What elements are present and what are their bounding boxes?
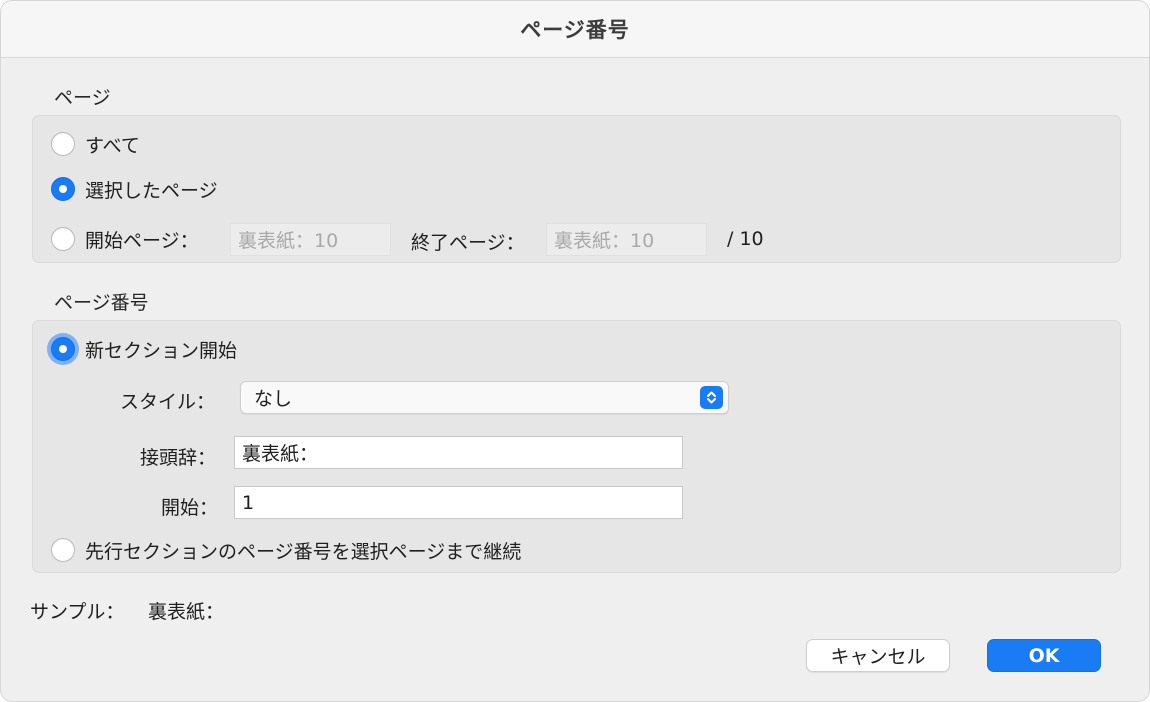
radio-continue-section-label: 先行セクションのページ番号を選択ページまで継続	[85, 540, 522, 563]
dialog-title: ページ番号	[520, 18, 630, 42]
sample-label: サンプル：	[30, 601, 125, 623]
radio-page-range[interactable]: 開始ページ：	[51, 225, 199, 253]
prefix-label: 接頭辞：	[140, 447, 217, 469]
total-pages-label: / 10	[727, 228, 764, 250]
radio-new-section-button[interactable]	[51, 337, 75, 361]
sample-value: 裏表紙：	[148, 601, 225, 623]
cancel-button[interactable]: キャンセル	[806, 639, 950, 672]
start-number-label: 開始：	[161, 497, 219, 519]
radio-selected-pages[interactable]: 選択したページ	[51, 175, 218, 203]
style-select[interactable]: なし	[240, 381, 729, 414]
radio-page-range-button[interactable]	[51, 227, 75, 251]
prefix-field[interactable]: 裏表紙：	[234, 436, 683, 469]
title-bar: ページ番号	[1, 1, 1149, 58]
ok-button[interactable]: OK	[987, 639, 1101, 672]
radio-all-pages-label: すべて	[85, 134, 140, 157]
radio-selected-pages-label: 選択したページ	[85, 179, 218, 202]
end-page-field[interactable]: 裏表紙：10	[546, 223, 707, 256]
radio-all-pages-button[interactable]	[51, 132, 75, 156]
radio-all-pages[interactable]: すべて	[51, 130, 140, 158]
page-number-dialog: ページ番号 ページ すべて 選択したページ 開始ページ： 裏表紙：10 終了ペー…	[0, 0, 1150, 702]
radio-page-range-label: 開始ページ：	[85, 229, 199, 252]
radio-selected-pages-button[interactable]	[51, 177, 75, 201]
style-select-value: なし	[254, 388, 293, 410]
radio-new-section[interactable]: 新セクション開始	[51, 335, 237, 363]
start-page-field[interactable]: 裏表紙：10	[230, 223, 391, 256]
page-section-label: ページ	[54, 87, 111, 109]
numbering-section-label: ページ番号	[54, 292, 149, 314]
start-number-field[interactable]: 1	[234, 486, 683, 519]
end-page-label: 終了ページ：	[411, 232, 525, 254]
chevron-up-down-icon	[700, 386, 723, 409]
style-label: スタイル：	[120, 391, 216, 413]
radio-continue-section-button[interactable]	[51, 538, 75, 562]
radio-new-section-label: 新セクション開始	[85, 339, 238, 362]
radio-continue-section[interactable]: 先行セクションのページ番号を選択ページまで継続	[51, 536, 521, 564]
